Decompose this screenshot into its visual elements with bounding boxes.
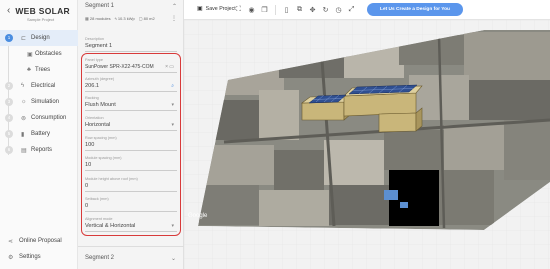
duplicate-icon[interactable]: ⧉ [293, 4, 306, 16]
description-label: Description [85, 37, 104, 41]
ruler-icon: ⊏ [21, 35, 27, 42]
brand-row: ‹ WEB SOLAR [7, 6, 70, 17]
step-number: 3 [5, 98, 13, 106]
nav-item-obstacles[interactable]: ▣ Obstacles [0, 46, 78, 62]
sidebar-bottom-links: ⋖ Online Proposal ⚙ Settings [0, 233, 78, 265]
nav-label: Design [31, 35, 50, 41]
step-number: 5 [5, 130, 13, 138]
report-icon: ▤ [21, 147, 27, 154]
history-icon[interactable]: ◷ [332, 4, 345, 16]
satellite-view: Google [184, 20, 550, 269]
expand-icon[interactable]: ⤢ [345, 4, 358, 16]
plug-icon: ⊚ [21, 115, 27, 122]
more-icon[interactable]: ⋮ [171, 15, 177, 22]
move-icon[interactable]: ✥ [306, 4, 319, 16]
segment-panel: Segment 1 ⌃ ▦ 28 modules ϟ 10.3 kWp ▢ 80… [78, 0, 184, 269]
chevron-up-icon[interactable]: ⌃ [172, 3, 177, 10]
app-brand: WEB SOLAR [15, 6, 70, 16]
sun-icon: ☼ [21, 99, 27, 105]
step-number: 1 [5, 34, 13, 42]
fullscreen-icon[interactable]: ⛶ [232, 4, 245, 16]
settings-link[interactable]: ⚙ Settings [0, 249, 78, 265]
step-number: 2 [5, 82, 13, 90]
field-divider [85, 51, 177, 52]
create-design-button[interactable]: Let Us Create a Design for You [367, 3, 463, 16]
toolbar-separator [275, 5, 276, 15]
segment-title: Segment 1 [85, 3, 115, 9]
nav-item-trees[interactable]: ♣ Trees [0, 62, 78, 78]
cube-icon: ▣ [27, 51, 33, 58]
app-root: ‹ WEB SOLAR Sample Project 1 ⊏ Design ▣ … [0, 0, 550, 269]
rotate-icon[interactable]: ↻ [319, 4, 332, 16]
chevron-down-icon[interactable]: ⌄ [171, 255, 176, 262]
online-proposal-link[interactable]: ⋖ Online Proposal [0, 233, 78, 249]
segment-2-header[interactable]: Segment 2 [85, 255, 114, 261]
segment-area: ▢ 80 m2 [138, 16, 155, 21]
nav-label: Electrical [31, 83, 56, 89]
highlight-box [81, 53, 181, 236]
eye-icon[interactable]: ◉ [245, 4, 258, 16]
tree-icon: ♣ [27, 67, 31, 73]
nav-label: Obstacles [35, 51, 62, 57]
delete-icon[interactable]: ▯ [280, 4, 293, 16]
nav-item-battery[interactable]: 5 ▮ Battery [0, 126, 78, 142]
segment-1-header[interactable]: Segment 1 ⌃ ▦ 28 modules ϟ 10.3 kWp ▢ 80… [78, 0, 184, 28]
nav-item-simulation[interactable]: 3 ☼ Simulation [0, 94, 78, 110]
map-canvas[interactable]: Google [184, 20, 550, 269]
save-icon: ▣ [197, 6, 203, 12]
segment-stats: ▦ 28 modules ϟ 10.3 kWp ▢ 80 m2 [85, 16, 155, 21]
modules-count: ▦ 28 modules [85, 16, 111, 21]
step-number: 6 [5, 146, 13, 154]
battery-icon: ▮ [21, 131, 25, 138]
nav-label: Reports [31, 147, 53, 153]
back-arrow-icon[interactable]: ‹ [7, 6, 10, 16]
toolbar: ▣ Save Project ⛶ ◉ ❐ ▯ ⧉ ✥ ↻ ◷ ⤢ Let Us … [184, 0, 550, 20]
nav-item-electrical[interactable]: 2 ϟ Electrical [0, 78, 78, 94]
gear-icon: ⚙ [8, 254, 14, 261]
bolt-icon: ϟ [21, 83, 25, 89]
nav-label: Trees [35, 67, 51, 73]
map-watermark: Google [188, 213, 208, 219]
save-project-button[interactable]: ▣ Save Project [197, 5, 236, 13]
sidebar: ‹ WEB SOLAR Sample Project 1 ⊏ Design ▣ … [0, 0, 78, 269]
nav-label: Simulation [31, 99, 60, 105]
nav-label: Consumption [31, 115, 67, 121]
project-name: Sample Project [27, 17, 55, 22]
step-number: 4 [5, 114, 13, 122]
link-label: Settings [19, 254, 41, 260]
step-nav: 1 ⊏ Design ▣ Obstacles ♣ Trees 2 ϟ Elect… [0, 30, 78, 158]
segment-divider [78, 246, 184, 247]
share-icon: ⋖ [8, 238, 14, 245]
link-label: Online Proposal [19, 238, 62, 244]
segment-power: ϟ 10.3 kWp [114, 16, 135, 21]
toolbar-icons: ⛶ ◉ ❐ ▯ ⧉ ✥ ↻ ◷ ⤢ [232, 4, 358, 16]
nav-item-reports[interactable]: 6 ▤ Reports [0, 142, 78, 158]
description-input[interactable]: Segment 1 [85, 43, 112, 49]
copy-icon[interactable]: ❐ [258, 4, 271, 16]
nav-item-design[interactable]: 1 ⊏ Design [0, 30, 78, 46]
nav-item-consumption[interactable]: 4 ⊚ Consumption [0, 110, 78, 126]
nav-label: Battery [31, 131, 51, 137]
